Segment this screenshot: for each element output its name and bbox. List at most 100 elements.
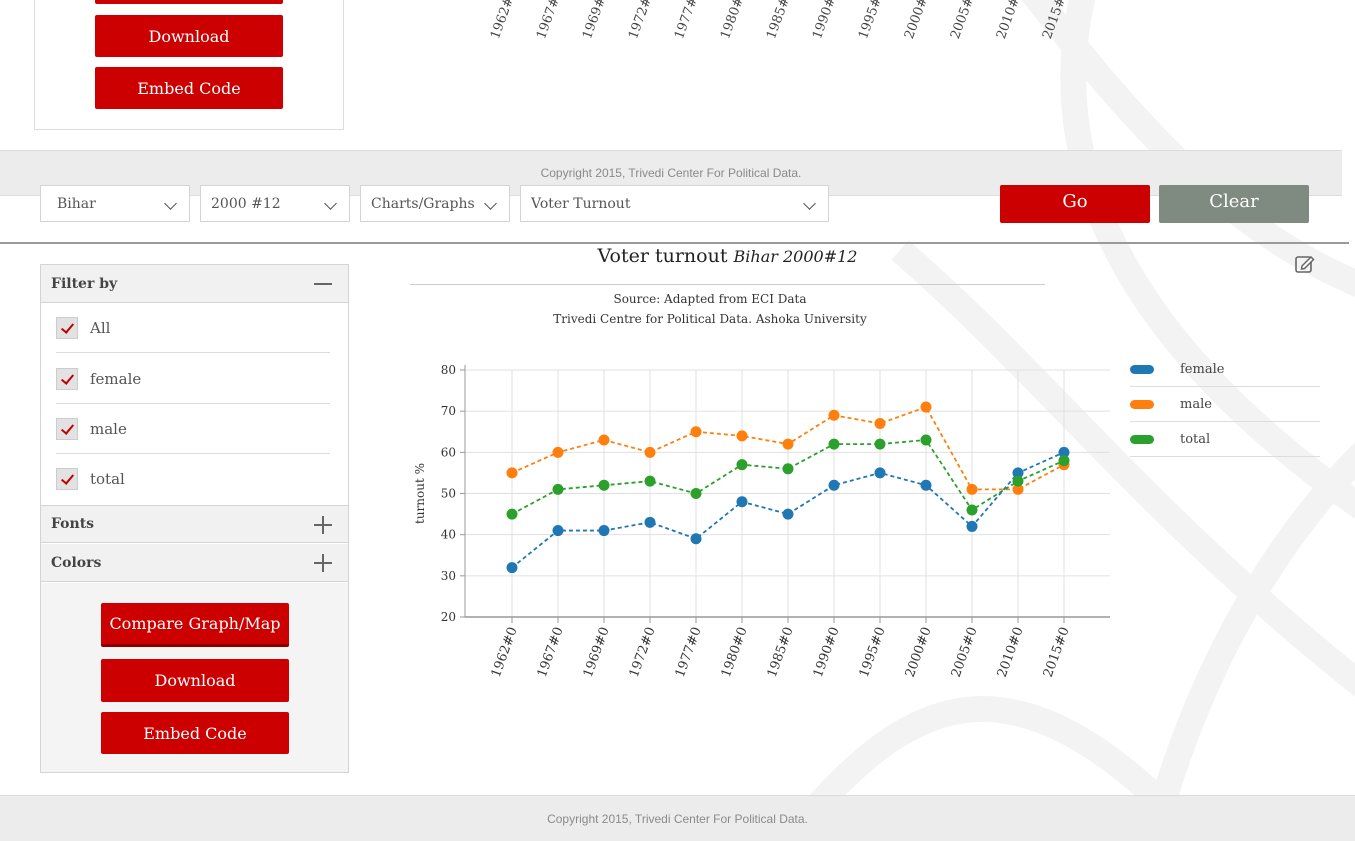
data-point-total (782, 463, 794, 475)
data-point-male (506, 467, 518, 479)
x-tick-label: 1972#0 (627, 625, 659, 679)
filter-item-male[interactable]: male (56, 404, 330, 454)
data-point-total (828, 438, 840, 450)
data-point-male (920, 401, 932, 413)
checkbox-checked-icon[interactable] (56, 468, 78, 490)
view-select[interactable]: Charts/Graphs (360, 185, 510, 222)
data-point-total (920, 434, 932, 446)
data-point-female (874, 467, 886, 479)
data-point-female (736, 496, 748, 508)
page-footer: Copyright 2015, Trivedi Center For Polit… (0, 795, 1355, 841)
data-point-male (828, 409, 840, 421)
data-point-total (1058, 455, 1070, 467)
filter-label: All (90, 318, 111, 337)
data-point-male (736, 430, 748, 442)
variable-select[interactable]: Voter Turnout (520, 185, 829, 222)
legend-swatch (1130, 399, 1154, 409)
download-button[interactable]: Download (101, 659, 289, 702)
source-line: Source: Adapted from ECI Data (613, 292, 807, 306)
data-point-female (828, 479, 840, 491)
data-point-female (552, 525, 564, 537)
data-point-total (736, 459, 748, 471)
data-point-total (598, 479, 610, 491)
previous-tick-label: 1969# (580, 0, 610, 42)
filter-item-female[interactable]: female (56, 354, 330, 404)
filter-label: total (90, 470, 125, 488)
legend-swatch (1130, 364, 1154, 374)
x-tick-label: 1985#0 (765, 625, 797, 679)
series-line-male (511, 405, 1065, 491)
chevron-down-icon (324, 197, 337, 210)
data-point-female (782, 508, 794, 520)
minus-icon[interactable] (314, 283, 332, 285)
chart-legend: female male total (1130, 352, 1320, 457)
checkbox-checked-icon[interactable] (56, 417, 78, 440)
colors-title: Colors (51, 554, 102, 571)
year-select-value: 2000 #12 (211, 195, 281, 212)
previous-tick-label: 2005# (948, 0, 978, 42)
y-tick-label: 50 (441, 487, 456, 501)
state-select[interactable]: Bihar (40, 185, 190, 222)
colors-header[interactable]: Colors (41, 544, 348, 582)
previous-download-button[interactable]: Download (95, 15, 283, 57)
x-tick-label: 1995#0 (857, 625, 889, 679)
previous-embed-code-button[interactable]: Embed Code (95, 67, 283, 109)
chart-title-main: Voter turnout (597, 245, 728, 267)
previous-tick-label: 2010# (994, 0, 1024, 42)
legend-label: female (1180, 361, 1225, 377)
data-point-total (690, 488, 702, 499)
filter-item-total[interactable]: total (56, 454, 330, 504)
previous-tick-label: 1967# (534, 0, 564, 42)
x-tick-label: 2015#0 (1041, 625, 1073, 679)
series-line-female (511, 451, 1065, 569)
plus-icon[interactable] (314, 556, 332, 570)
previous-tick-label: 1962# (488, 0, 518, 42)
edit-icon[interactable] (1294, 253, 1316, 275)
embed-code-button[interactable]: Embed Code (101, 712, 289, 754)
previous-top-button[interactable] (95, 0, 283, 4)
previous-tick-label: 2000# (902, 0, 932, 42)
data-point-male (690, 426, 702, 438)
legend-item-male[interactable]: male (1130, 387, 1320, 422)
legend-label: total (1180, 431, 1211, 447)
fonts-header[interactable]: Fonts (41, 505, 348, 543)
y-tick-label: 80 (441, 363, 456, 377)
title-underline (410, 284, 1045, 285)
data-point-total (874, 438, 886, 450)
filter-by-header[interactable]: Filter by (41, 265, 348, 303)
compare-graph-map-button[interactable]: Compare Graph/Map (101, 603, 289, 647)
checkbox-checked-icon[interactable] (56, 367, 78, 390)
x-tick-label: 1962#0 (489, 625, 521, 679)
clear-button[interactable]: Clear (1159, 185, 1309, 223)
data-point-male (782, 438, 794, 450)
x-tick-label: 1990#0 (811, 625, 843, 679)
filter-item-all[interactable]: All (56, 303, 330, 353)
data-point-female (690, 533, 702, 545)
state-select-value: Bihar (57, 195, 96, 212)
x-tick-label: 2000#0 (903, 625, 935, 679)
legend-item-total[interactable]: total (1130, 422, 1320, 457)
data-point-total (1012, 475, 1024, 487)
legend-item-female[interactable]: female (1130, 352, 1320, 387)
data-point-male (644, 446, 656, 458)
x-tick-label: 1977#0 (673, 625, 705, 679)
source-org-line: Trivedi Centre for Political Data. Ashok… (553, 312, 867, 326)
data-point-female (1012, 467, 1024, 479)
data-point-total (552, 483, 564, 495)
go-button[interactable]: Go (1000, 185, 1150, 223)
data-point-female (966, 520, 978, 532)
previous-tick-label: 1977# (672, 0, 702, 42)
plus-icon[interactable] (314, 518, 332, 532)
chevron-down-icon (484, 197, 497, 210)
y-tick-label: 30 (441, 569, 456, 583)
year-select[interactable]: 2000 #12 (200, 185, 350, 222)
previous-tick-label: 1980# (718, 0, 748, 42)
chevron-down-icon (803, 197, 816, 210)
x-tick-label: 1980#0 (719, 625, 751, 679)
checkbox-checked-icon[interactable] (56, 316, 78, 339)
data-point-female (1058, 446, 1070, 458)
data-point-male (598, 434, 610, 446)
filter-label: female (90, 369, 142, 388)
x-tick-label: 1967#0 (535, 625, 567, 679)
chart-title-sub: Bihar 2000#12 (733, 247, 858, 266)
